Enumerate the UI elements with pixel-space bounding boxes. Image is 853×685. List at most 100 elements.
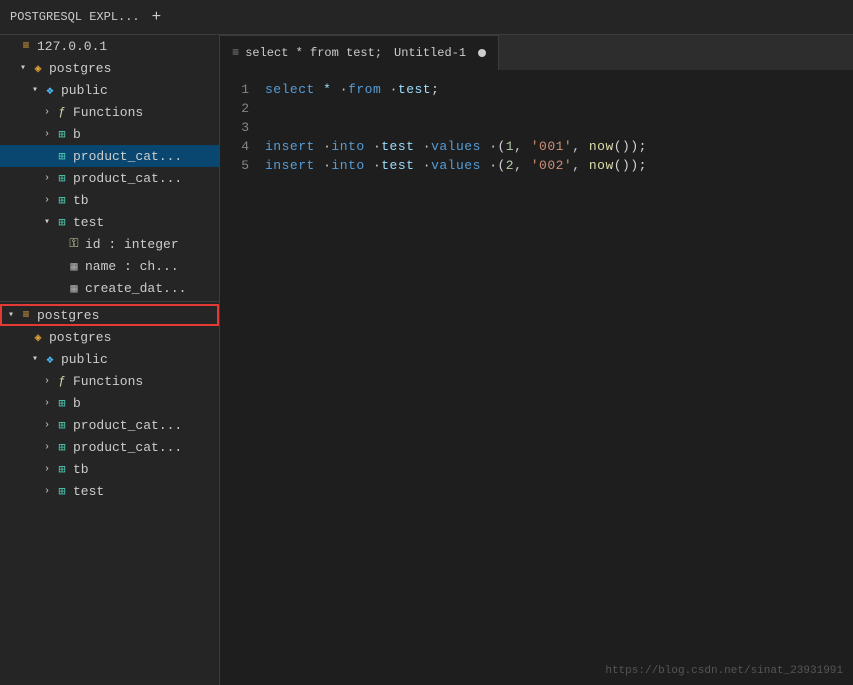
tree-item[interactable]: ▾◈postgres xyxy=(0,57,219,79)
tree-label: create_dat... xyxy=(85,281,186,296)
tab-label: select * from test; xyxy=(245,46,382,60)
chevron-icon: ▾ xyxy=(28,84,42,96)
tree-label: public xyxy=(61,83,108,98)
tree-item[interactable]: ›ƒFunctions xyxy=(0,101,219,123)
code-line: 1select * ·from ·test; xyxy=(220,80,853,99)
editor-tab[interactable]: ≡ select * from test; Untitled-1 xyxy=(220,35,499,70)
tree-label: 127.0.0.1 xyxy=(37,39,107,54)
tree-icon: ⊞ xyxy=(54,396,70,411)
tree-item[interactable]: ›⊞test xyxy=(0,480,219,502)
tree-item[interactable]: ›⊞product_cat... xyxy=(0,414,219,436)
tree-icon: ⊞ xyxy=(54,127,70,142)
chevron-icon: ▾ xyxy=(40,216,54,228)
tree-item[interactable]: ▾❖public xyxy=(0,79,219,101)
tree-icon: ▦ xyxy=(66,281,82,296)
tree-label: product_cat... xyxy=(73,418,182,433)
tree-icon: ƒ xyxy=(54,374,70,388)
tree-label: Functions xyxy=(73,105,143,120)
watermark: https://blog.csdn.net/sinat_23931991 xyxy=(605,665,843,677)
main-layout: ≡127.0.0.1▾◈postgres▾❖public›ƒFunctions›… xyxy=(0,35,853,685)
editor-area: ≡ select * from test; Untitled-1 1select… xyxy=(220,35,853,685)
tree-icon: ƒ xyxy=(54,105,70,119)
line-number: 1 xyxy=(220,80,265,99)
tree-item[interactable]: ▾≡postgres xyxy=(0,304,219,326)
chevron-icon: › xyxy=(40,195,54,206)
tree-item[interactable]: ▾❖public xyxy=(0,348,219,370)
line-number: 3 xyxy=(220,118,265,137)
tree-label: b xyxy=(73,396,81,411)
tree-label: product_cat... xyxy=(73,149,182,164)
tree-label: postgres xyxy=(49,330,111,345)
title-bar: POSTGRESQL EXPL... + xyxy=(0,0,853,35)
tree-label: tb xyxy=(73,462,89,477)
tree-icon: ⊞ xyxy=(54,418,70,433)
tree-item[interactable]: ▦create_dat... xyxy=(0,277,219,299)
line-content: select * ·from ·test; xyxy=(265,80,853,99)
code-line: 3 xyxy=(220,118,853,137)
tree-label: public xyxy=(61,352,108,367)
tree-icon: ⊞ xyxy=(54,484,70,499)
tree-label: name : ch... xyxy=(85,259,179,274)
tree-label: tb xyxy=(73,193,89,208)
chevron-icon: › xyxy=(40,376,54,387)
tree-item[interactable]: ⊞product_cat... xyxy=(0,145,219,167)
tree-label: b xyxy=(73,127,81,142)
tree-item[interactable]: ▦name : ch... xyxy=(0,255,219,277)
editor-tabs: ≡ select * from test; Untitled-1 xyxy=(220,35,853,70)
chevron-icon: › xyxy=(40,173,54,184)
tree-label: test xyxy=(73,484,104,499)
title-bar-text: POSTGRESQL EXPL... xyxy=(10,10,140,24)
tab-name: Untitled-1 xyxy=(394,46,466,60)
tree-icon: ◈ xyxy=(30,330,46,345)
title-bar-add[interactable]: + xyxy=(152,8,162,26)
tree-icon: ⊞ xyxy=(54,149,70,164)
line-content: insert ·into ·test ·values ·(1, '001', n… xyxy=(265,137,853,156)
chevron-icon: ▾ xyxy=(28,353,42,365)
tree-item[interactable]: ›⊞product_cat... xyxy=(0,167,219,189)
tree-icon: ≡ xyxy=(18,39,34,53)
tree-item[interactable]: ⚿id : integer xyxy=(0,233,219,255)
tree-item[interactable]: ›⊞b xyxy=(0,123,219,145)
chevron-icon: › xyxy=(40,486,54,497)
tree-item[interactable]: ›ƒFunctions xyxy=(0,370,219,392)
tree-label: product_cat... xyxy=(73,171,182,186)
tree-item[interactable]: ◈postgres xyxy=(0,326,219,348)
tree-label: postgres xyxy=(49,61,111,76)
line-content: insert ·into ·test ·values ·(2, '002', n… xyxy=(265,156,853,175)
tree-item[interactable]: ›⊞product_cat... xyxy=(0,436,219,458)
code-line: 5insert ·into ·test ·values ·(2, '002', … xyxy=(220,156,853,175)
tree-label: Functions xyxy=(73,374,143,389)
tree-icon: ≡ xyxy=(18,308,34,322)
tree-item[interactable]: ▾⊞test xyxy=(0,211,219,233)
chevron-icon: ▾ xyxy=(4,309,18,321)
tree-icon: ⊞ xyxy=(54,215,70,230)
tree-label: product_cat... xyxy=(73,440,182,455)
tree-item[interactable]: ›⊞tb xyxy=(0,458,219,480)
line-number: 2 xyxy=(220,99,265,118)
chevron-icon: › xyxy=(40,442,54,453)
chevron-icon: › xyxy=(40,420,54,431)
tree-label: id : integer xyxy=(85,237,179,252)
chevron-icon: ▾ xyxy=(16,62,30,74)
tree-icon: ❖ xyxy=(42,352,58,367)
tree-icon: ◈ xyxy=(30,61,46,76)
line-number: 4 xyxy=(220,137,265,156)
tree-icon: ⊞ xyxy=(54,440,70,455)
code-line: 4insert ·into ·test ·values ·(1, '001', … xyxy=(220,137,853,156)
code-line: 2 xyxy=(220,99,853,118)
tree-item[interactable]: ›⊞b xyxy=(0,392,219,414)
tree-item[interactable]: ≡127.0.0.1 xyxy=(0,35,219,57)
tree-label: postgres xyxy=(37,308,99,323)
chevron-icon: › xyxy=(40,129,54,140)
editor-content[interactable]: 1select * ·from ·test;234insert ·into ·t… xyxy=(220,70,853,685)
tab-icon: ≡ xyxy=(232,46,239,60)
chevron-icon: › xyxy=(40,398,54,409)
tree-icon: ⊞ xyxy=(54,462,70,477)
tree-label: test xyxy=(73,215,104,230)
tree-icon: ⊞ xyxy=(54,171,70,186)
tree-icon: ▦ xyxy=(66,259,82,274)
chevron-icon: › xyxy=(40,464,54,475)
chevron-icon: › xyxy=(40,107,54,118)
tree-icon: ❖ xyxy=(42,83,58,98)
tree-item[interactable]: ›⊞tb xyxy=(0,189,219,211)
